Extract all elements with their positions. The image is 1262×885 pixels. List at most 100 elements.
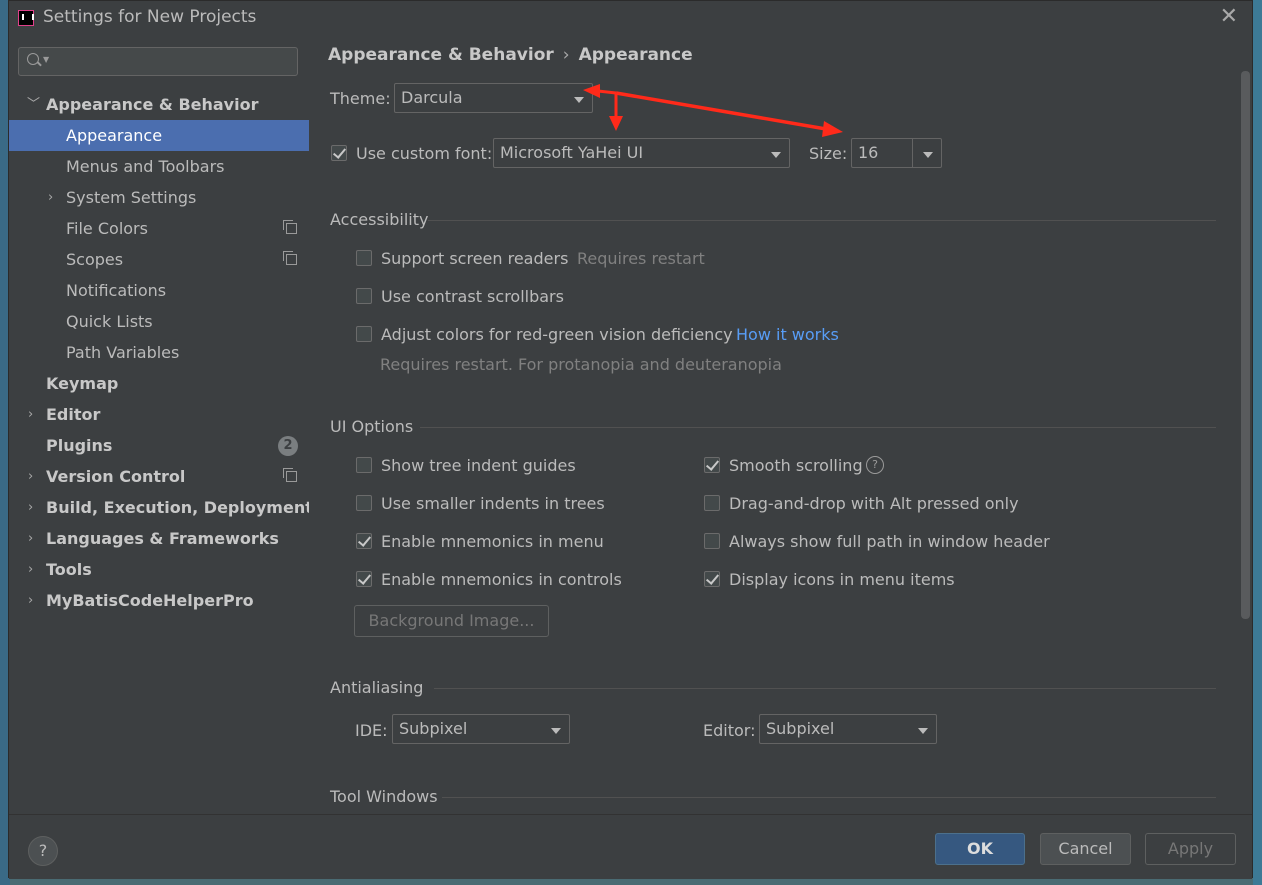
chevron-right-icon[interactable]: › [28, 461, 33, 492]
ide-antialiasing-dropdown[interactable]: Subpixel [392, 714, 570, 744]
project-level-icon [283, 251, 297, 265]
mnemonics-controls-label: Enable mnemonics in controls [381, 570, 622, 589]
theme-dropdown[interactable]: Darcula [394, 83, 593, 113]
menu-icons-checkbox[interactable] [704, 571, 720, 587]
sidebar-item-appearance[interactable]: Appearance [9, 120, 309, 151]
section-divider [420, 427, 1216, 428]
sidebar-item-mybatiscodehelperpro[interactable]: › MyBatisCodeHelperPro [9, 585, 309, 616]
sidebar-item-path-variables[interactable]: Path Variables [9, 337, 309, 368]
sidebar-item-file-colors[interactable]: File Colors [9, 213, 309, 244]
mnemonics-controls-checkbox[interactable] [356, 571, 372, 587]
color-deficiency-note: Requires restart. For protanopia and deu… [380, 355, 782, 374]
close-icon[interactable]: ✕ [1220, 4, 1238, 29]
chevron-down-icon [771, 152, 781, 158]
contrast-scrollbars-checkbox[interactable] [356, 288, 372, 304]
sidebar-item-keymap[interactable]: Keymap [9, 368, 309, 399]
settings-dialog: Settings for New Projects ✕ ▼ ﹀ Appearan… [8, 0, 1253, 879]
sidebar-item-languages-frameworks[interactable]: › Languages & Frameworks [9, 523, 309, 554]
editor-antialiasing-dropdown[interactable]: Subpixel [759, 714, 937, 744]
sidebar-item-version-control[interactable]: › Version Control [9, 461, 309, 492]
sidebar-item-label: Languages & Frameworks [46, 529, 279, 548]
drag-drop-alt-checkbox[interactable] [704, 495, 720, 511]
title-bar: Settings for New Projects ✕ [9, 1, 1252, 35]
settings-tree: ﹀ Appearance & Behavior Appearance Menus… [9, 89, 313, 616]
use-custom-font-checkbox[interactable] [331, 145, 347, 161]
ui-options-header: UI Options [330, 417, 414, 436]
font-size-value[interactable]: 16 [858, 143, 878, 162]
antialiasing-header: Antialiasing [330, 678, 424, 697]
smaller-indents-label: Use smaller indents in trees [381, 494, 605, 513]
sidebar-item-scopes[interactable]: Scopes [9, 244, 309, 275]
smaller-indents-checkbox[interactable] [356, 495, 372, 511]
settings-search-input[interactable]: ▼ [18, 47, 298, 76]
font-dropdown[interactable]: Microsoft YaHei UI [493, 138, 790, 168]
sidebar-item-label: File Colors [66, 219, 148, 238]
screen-readers-checkbox[interactable] [356, 250, 372, 266]
search-icon [27, 53, 39, 65]
full-path-header-checkbox[interactable] [704, 533, 720, 549]
chevron-down-icon[interactable]: ﹀ [27, 89, 40, 120]
search-dropdown-icon[interactable]: ▼ [43, 55, 49, 64]
color-deficiency-checkbox[interactable] [356, 326, 372, 342]
menu-icons-label: Display icons in menu items [729, 570, 955, 589]
help-button[interactable]: ? [28, 836, 58, 866]
background-image-button[interactable]: Background Image... [354, 605, 549, 637]
chevron-right-icon[interactable]: › [28, 523, 33, 554]
chevron-right-icon[interactable]: › [28, 585, 33, 616]
sidebar-item-label: Keymap [46, 374, 119, 393]
breadcrumb: Appearance & Behavior › Appearance [328, 45, 693, 65]
font-value: Microsoft YaHei UI [500, 143, 644, 162]
breadcrumb-separator: › [562, 45, 570, 65]
dialog-footer: ? OK Cancel Apply [9, 814, 1252, 879]
breadcrumb-current: Appearance [578, 45, 693, 65]
screen-readers-label: Support screen readers [381, 249, 569, 268]
sidebar-item-label: Build, Execution, Deployment [46, 498, 313, 517]
tree-indent-guides-checkbox[interactable] [356, 457, 372, 473]
combo-splitter [912, 139, 913, 167]
sidebar-item-label: Path Variables [66, 343, 180, 362]
chevron-down-icon [574, 97, 584, 103]
sidebar-item-label: Tools [46, 560, 92, 579]
theme-value: Darcula [401, 88, 463, 107]
chevron-right-icon[interactable]: › [28, 399, 33, 430]
sidebar-item-tools[interactable]: › Tools [9, 554, 309, 585]
chevron-down-icon[interactable] [923, 152, 933, 158]
sidebar-item-appearance-behavior[interactable]: ﹀ Appearance & Behavior [9, 89, 309, 120]
ok-button[interactable]: OK [935, 833, 1025, 865]
sidebar-item-label: Notifications [66, 281, 167, 300]
cancel-button[interactable]: Cancel [1040, 833, 1131, 865]
sidebar-item-label: MyBatisCodeHelperPro [46, 591, 254, 610]
chevron-right-icon[interactable]: › [28, 492, 33, 523]
sidebar-item-system-settings[interactable]: › System Settings [9, 182, 309, 213]
chevron-right-icon[interactable]: › [48, 182, 53, 213]
content-scrollbar[interactable] [1241, 71, 1250, 619]
help-circle-icon[interactable]: ? [866, 456, 884, 474]
chevron-right-icon[interactable]: › [28, 554, 33, 585]
sidebar-item-plugins[interactable]: Plugins 2 [9, 430, 309, 461]
mnemonics-menu-checkbox[interactable] [356, 533, 372, 549]
how-it-works-link[interactable]: How it works [736, 325, 839, 344]
breadcrumb-parent[interactable]: Appearance & Behavior [328, 45, 554, 65]
smooth-scrolling-checkbox[interactable] [704, 457, 720, 473]
sidebar-item-label: Menus and Toolbars [66, 157, 225, 176]
sidebar-item-build-execution-deployment[interactable]: › Build, Execution, Deployment [9, 492, 313, 523]
intellij-app-icon [18, 10, 34, 26]
sidebar-item-label: Plugins [46, 436, 113, 455]
sidebar-item-editor[interactable]: › Editor [9, 399, 309, 430]
sidebar-item-menus-toolbars[interactable]: Menus and Toolbars [9, 151, 309, 182]
sidebar-item-label: Appearance [66, 126, 163, 145]
apply-button[interactable]: Apply [1145, 833, 1236, 865]
window-title: Settings for New Projects [43, 7, 257, 27]
sidebar-item-label: Scopes [66, 250, 124, 269]
tool-windows-header: Tool Windows [330, 787, 438, 806]
sidebar-item-quick-lists[interactable]: Quick Lists [9, 306, 309, 337]
sidebar-item-notifications[interactable]: Notifications [9, 275, 309, 306]
section-divider [434, 688, 1216, 689]
theme-label: Theme: [330, 89, 391, 108]
editor-antialiasing-value: Subpixel [766, 719, 835, 738]
use-custom-font-label: Use custom font: [356, 144, 493, 163]
font-size-combo[interactable]: 16 [851, 138, 942, 168]
sidebar-item-label: Editor [46, 405, 101, 424]
contrast-scrollbars-label: Use contrast scrollbars [381, 287, 564, 306]
sidebar-item-label: System Settings [66, 188, 197, 207]
